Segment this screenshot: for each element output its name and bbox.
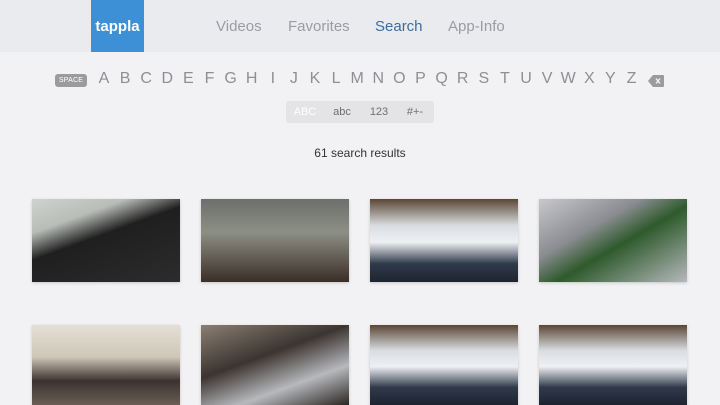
letter-key-h[interactable]: H bbox=[242, 70, 262, 88]
mode-symbols[interactable]: #+- bbox=[400, 101, 430, 123]
letter-key-j[interactable]: J bbox=[284, 70, 304, 88]
letter-key-l[interactable]: L bbox=[326, 70, 346, 88]
letter-key-z[interactable]: Z bbox=[622, 70, 642, 88]
letter-key-u[interactable]: U bbox=[516, 70, 536, 88]
mode-uppercase[interactable]: ABC bbox=[290, 101, 320, 123]
video-thumbnail[interactable] bbox=[539, 325, 687, 405]
results-count: 61 search results bbox=[314, 146, 406, 160]
letter-key-r[interactable]: R bbox=[453, 70, 473, 88]
tab-app-info[interactable]: App-Info bbox=[448, 18, 505, 35]
letter-key-v[interactable]: V bbox=[537, 70, 557, 88]
tab-favorites[interactable]: Favorites bbox=[288, 18, 350, 35]
letter-key-k[interactable]: K bbox=[305, 70, 325, 88]
letter-key-q[interactable]: Q bbox=[432, 70, 452, 88]
letter-key-f[interactable]: F bbox=[200, 70, 220, 88]
backspace-icon[interactable] bbox=[648, 75, 664, 87]
video-thumbnail[interactable] bbox=[32, 325, 180, 405]
letter-key-p[interactable]: P bbox=[411, 70, 431, 88]
letter-key-a[interactable]: A bbox=[94, 70, 114, 88]
letter-key-i[interactable]: I bbox=[263, 70, 283, 88]
letter-key-g[interactable]: G bbox=[221, 70, 241, 88]
letter-key-e[interactable]: E bbox=[178, 70, 198, 88]
video-thumbnail[interactable] bbox=[539, 199, 687, 282]
space-key[interactable]: SPACE bbox=[55, 74, 87, 87]
keyboard-mode-selector: ABC abc 123 #+- bbox=[286, 101, 434, 123]
mode-numbers[interactable]: 123 bbox=[364, 101, 394, 123]
letter-key-m[interactable]: M bbox=[347, 70, 367, 88]
search-keyboard: SPACE ABCDEFGHIJKLMNOPQRSTUVWXYZ bbox=[0, 70, 720, 92]
main-nav: Videos Favorites Search App-Info bbox=[0, 18, 720, 38]
video-thumbnail[interactable] bbox=[370, 199, 518, 282]
letter-key-n[interactable]: N bbox=[368, 70, 388, 88]
letter-key-s[interactable]: S bbox=[474, 70, 494, 88]
video-thumbnail[interactable] bbox=[32, 199, 180, 282]
mode-lowercase[interactable]: abc bbox=[326, 101, 358, 123]
top-bar: tappla Videos Favorites Search App-Info bbox=[0, 0, 720, 52]
video-thumbnail[interactable] bbox=[201, 325, 349, 405]
video-thumbnail[interactable] bbox=[370, 325, 518, 405]
letter-key-d[interactable]: D bbox=[157, 70, 177, 88]
letter-key-x[interactable]: X bbox=[579, 70, 599, 88]
tab-search[interactable]: Search bbox=[375, 18, 423, 35]
letter-key-o[interactable]: O bbox=[389, 70, 409, 88]
letter-key-b[interactable]: B bbox=[115, 70, 135, 88]
letter-key-c[interactable]: C bbox=[136, 70, 156, 88]
letter-key-w[interactable]: W bbox=[558, 70, 578, 88]
letter-key-y[interactable]: Y bbox=[600, 70, 620, 88]
letter-key-t[interactable]: T bbox=[495, 70, 515, 88]
tab-videos[interactable]: Videos bbox=[216, 18, 262, 35]
video-thumbnail[interactable] bbox=[201, 199, 349, 282]
